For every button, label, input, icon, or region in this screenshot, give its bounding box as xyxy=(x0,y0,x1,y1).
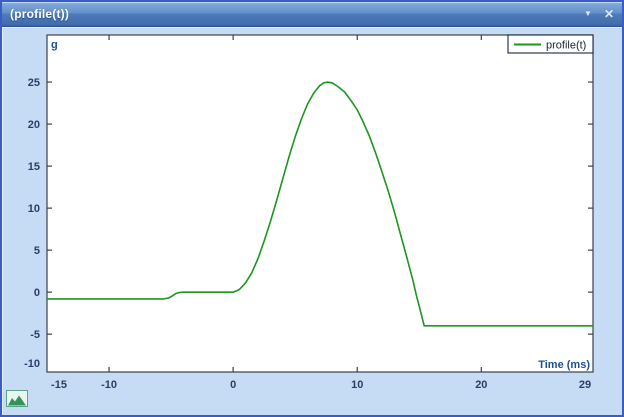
x-tick-label: -15 xyxy=(51,379,67,391)
title-bar: (profile(t)) ▼ ✕ xyxy=(2,2,622,27)
y-tick-label: 10 xyxy=(28,203,40,215)
plot-thumbnail-button[interactable] xyxy=(7,391,28,407)
y-tick-label: -10 xyxy=(24,358,40,370)
x-tick-label: 0 xyxy=(230,379,236,391)
x-tick-label: 20 xyxy=(475,379,487,391)
plot-client-area: -15 -10 0 10 20 29 25 20 15 10 5 0 -5 -10 g Time (ms) pr… xyxy=(2,27,622,415)
close-icon[interactable]: ✕ xyxy=(604,2,614,26)
y-tick-label: 5 xyxy=(34,245,40,257)
y-tick-label: 20 xyxy=(28,119,40,131)
y-axis-unit-label: g xyxy=(51,39,58,51)
window-title: (profile(t)) xyxy=(10,7,572,21)
legend[interactable]: profile(t) xyxy=(508,35,593,53)
chart-canvas[interactable]: -15 -10 0 10 20 29 25 20 15 10 5 0 -5 -10 g Time (ms) pr… xyxy=(2,27,622,415)
x-tick-label: -10 xyxy=(101,379,117,391)
y-tick-label: 15 xyxy=(28,161,40,173)
legend-label: profile(t) xyxy=(546,40,586,52)
x-tick-label: 10 xyxy=(351,379,363,391)
y-tick-label: 25 xyxy=(28,77,40,89)
y-tick-label: -5 xyxy=(30,329,40,341)
dropdown-arrow-icon[interactable]: ▼ xyxy=(584,2,592,26)
plot-window: (profile(t)) ▼ ✕ -15 -10 0 10 20 29 25 20 15 10 5 0… xyxy=(0,0,624,417)
y-tick-label: 0 xyxy=(34,287,40,299)
x-axis-label: Time (ms) xyxy=(538,359,590,371)
x-tick-label: 29 xyxy=(579,379,591,391)
